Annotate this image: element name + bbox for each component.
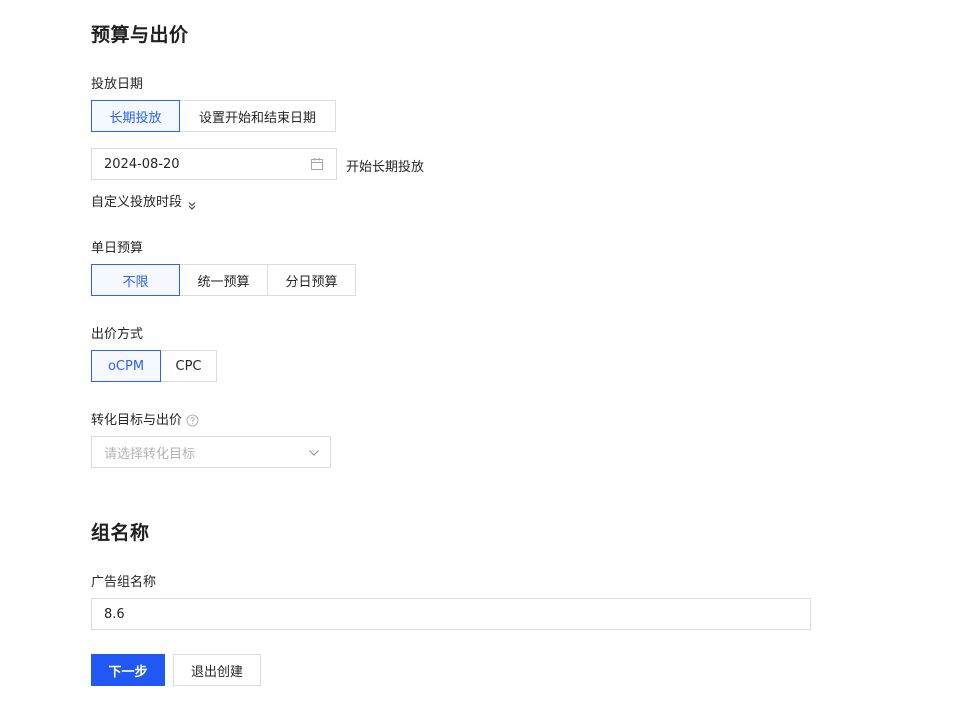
budget-option-daily[interactable]: 分日预算 bbox=[267, 264, 356, 296]
bid-option-cpc[interactable]: CPC bbox=[160, 350, 217, 382]
calendar-icon[interactable] bbox=[310, 157, 324, 171]
group-name-value: 8.6 bbox=[104, 606, 125, 622]
next-step-button[interactable]: 下一步 bbox=[91, 654, 165, 686]
schedule-option-long-term[interactable]: 长期投放 bbox=[91, 100, 180, 132]
budget-section-title: 预算与出价 bbox=[91, 24, 189, 46]
conversion-label: 转化目标与出价 bbox=[91, 413, 183, 428]
budget-option-unlimited[interactable]: 不限 bbox=[91, 264, 180, 296]
start-date-value: 2024-08-20 bbox=[104, 156, 180, 172]
group-name-label: 广告组名称 bbox=[91, 575, 157, 590]
conversion-placeholder: 请选择转化目标 bbox=[104, 446, 196, 462]
conversion-label-row: 转化目标与出价 bbox=[91, 409, 199, 428]
daily-budget-label: 单日预算 bbox=[91, 241, 144, 256]
double-chevron-down-icon bbox=[187, 196, 197, 210]
conversion-select[interactable]: 请选择转化目标 bbox=[91, 436, 331, 468]
schedule-option-date-range[interactable]: 设置开始和结束日期 bbox=[179, 100, 336, 132]
exit-create-button[interactable]: 退出创建 bbox=[173, 654, 261, 686]
budget-option-unified[interactable]: 统一预算 bbox=[179, 264, 268, 296]
help-circle-icon[interactable] bbox=[186, 412, 199, 427]
chevron-down-icon bbox=[308, 447, 320, 459]
schedule-label: 投放日期 bbox=[91, 77, 144, 92]
schedule-segmented-control: 长期投放 设置开始和结束日期 bbox=[91, 100, 336, 132]
group-section-title: 组名称 bbox=[91, 522, 150, 544]
bid-method-label: 出价方式 bbox=[91, 327, 144, 342]
bid-option-ocpm[interactable]: oCPM bbox=[91, 350, 161, 382]
date-hint: 开始长期投放 bbox=[346, 160, 425, 175]
start-date-input[interactable]: 2024-08-20 bbox=[91, 148, 337, 180]
daily-budget-segmented-control: 不限 统一预算 分日预算 bbox=[91, 264, 356, 296]
group-name-input[interactable]: 8.6 bbox=[91, 598, 811, 630]
custom-time-label: 自定义投放时段 bbox=[91, 195, 183, 210]
bid-method-segmented-control: oCPM CPC bbox=[91, 350, 217, 382]
custom-time-link[interactable]: 自定义投放时段 bbox=[91, 191, 197, 210]
